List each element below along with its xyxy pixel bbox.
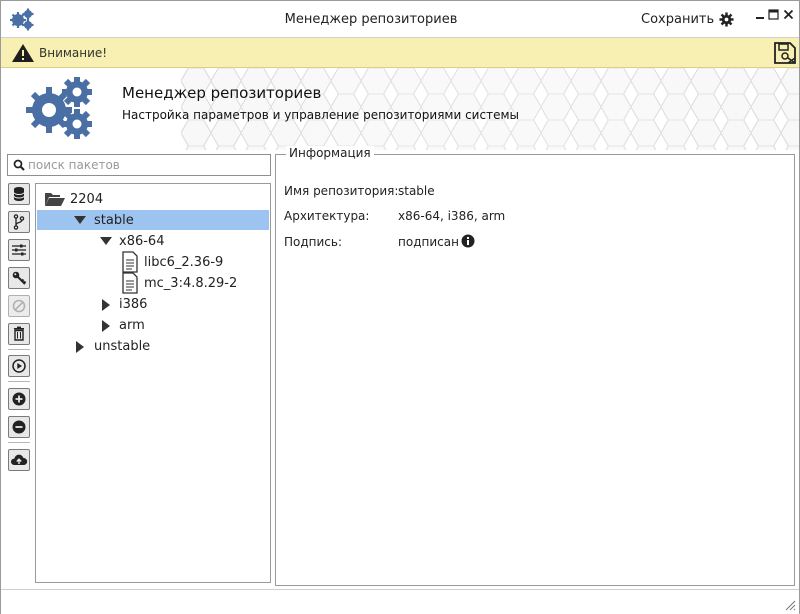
play-icon <box>12 359 26 373</box>
search-icon <box>13 159 25 171</box>
title-bar: Менеджер репозиториев Сохранить <box>1 1 799 38</box>
warning-banner: Внимание! <box>1 38 799 68</box>
remove-button[interactable] <box>8 416 30 438</box>
disabled-icon <box>12 299 26 313</box>
window-title: Менеджер репозиториев <box>284 12 458 27</box>
close-icon[interactable] <box>783 9 794 20</box>
key-button[interactable] <box>8 267 30 289</box>
header-title: Менеджер репозиториев <box>122 84 322 102</box>
info-value-signature: подписан <box>398 235 459 249</box>
chevron-right-icon[interactable] <box>76 341 84 353</box>
trash-icon <box>14 326 24 341</box>
save-disk-icon[interactable] <box>773 42 797 64</box>
tree-node-unstable[interactable]: unstable <box>94 339 150 354</box>
remove-icon <box>12 420 26 434</box>
gear-icon[interactable] <box>719 12 734 27</box>
resize-grip-icon[interactable] <box>784 599 796 611</box>
info-icon[interactable] <box>461 234 475 248</box>
chevron-down-icon[interactable] <box>74 216 86 225</box>
gears-icon <box>26 77 92 139</box>
toolbar-separator <box>8 442 30 443</box>
file-icon <box>122 272 138 294</box>
info-value-repo-name: stable <box>398 184 435 198</box>
info-value-architecture: x86-64, i386, arm <box>398 209 506 223</box>
banner-text: Внимание! <box>39 46 108 60</box>
run-button[interactable] <box>8 355 30 377</box>
delete-button[interactable] <box>8 323 30 345</box>
info-label-signature: Подпись: <box>284 235 343 249</box>
cloud-upload-icon <box>10 454 28 465</box>
settings-button[interactable] <box>8 239 30 261</box>
chevron-down-icon[interactable] <box>100 237 112 246</box>
branch-icon <box>13 214 25 230</box>
info-label-repo-name: Имя репозитория: <box>284 184 399 198</box>
upload-button[interactable] <box>8 449 30 471</box>
add-icon <box>12 392 26 406</box>
tree-node-stable[interactable]: stable <box>94 213 134 228</box>
database-icon <box>13 187 25 201</box>
warning-icon <box>12 44 34 62</box>
key-icon <box>12 271 27 285</box>
branch-button[interactable] <box>8 211 30 233</box>
tree-node-2204[interactable]: 2204 <box>70 192 103 207</box>
search-placeholder: поиск пакетов <box>28 158 120 172</box>
add-button[interactable] <box>8 388 30 410</box>
header-section: Менеджер репозиториев Настройка параметр… <box>1 68 799 150</box>
tree-node-mc[interactable]: mc_3:4.8.29-2 <box>144 276 237 291</box>
tree-node-arm[interactable]: arm <box>119 318 145 333</box>
tree-node-x86-64[interactable]: x86-64 <box>119 234 164 249</box>
toolbar-separator <box>8 381 30 382</box>
maximize-icon[interactable] <box>768 9 779 20</box>
tree-selection-highlight <box>37 210 269 230</box>
sliders-icon <box>12 244 26 256</box>
header-subtitle: Настройка параметров и управление репози… <box>122 108 519 122</box>
app-window: Менеджер репозиториев Сохранить Внимание… <box>0 0 800 614</box>
chevron-right-icon[interactable] <box>102 320 110 332</box>
folder-open-icon <box>45 193 65 206</box>
chevron-right-icon[interactable] <box>102 299 110 311</box>
repository-tree[interactable]: 2204 stable x86-64 libc6_2.36-9 mc_3:4.8… <box>35 183 271 583</box>
database-button[interactable] <box>8 183 30 205</box>
save-button[interactable]: Сохранить <box>641 12 714 27</box>
status-bar <box>1 589 799 614</box>
minimize-icon[interactable] <box>755 10 765 20</box>
info-label-architecture: Архитектура: <box>284 209 370 223</box>
file-icon <box>122 251 138 273</box>
tree-node-libc6[interactable]: libc6_2.36-9 <box>144 255 223 270</box>
tree-node-i386[interactable]: i386 <box>119 297 147 312</box>
info-legend: Информация <box>286 146 374 160</box>
disabled-button[interactable] <box>8 295 30 317</box>
toolbar-separator <box>8 349 30 350</box>
search-input[interactable]: поиск пакетов <box>7 154 271 176</box>
